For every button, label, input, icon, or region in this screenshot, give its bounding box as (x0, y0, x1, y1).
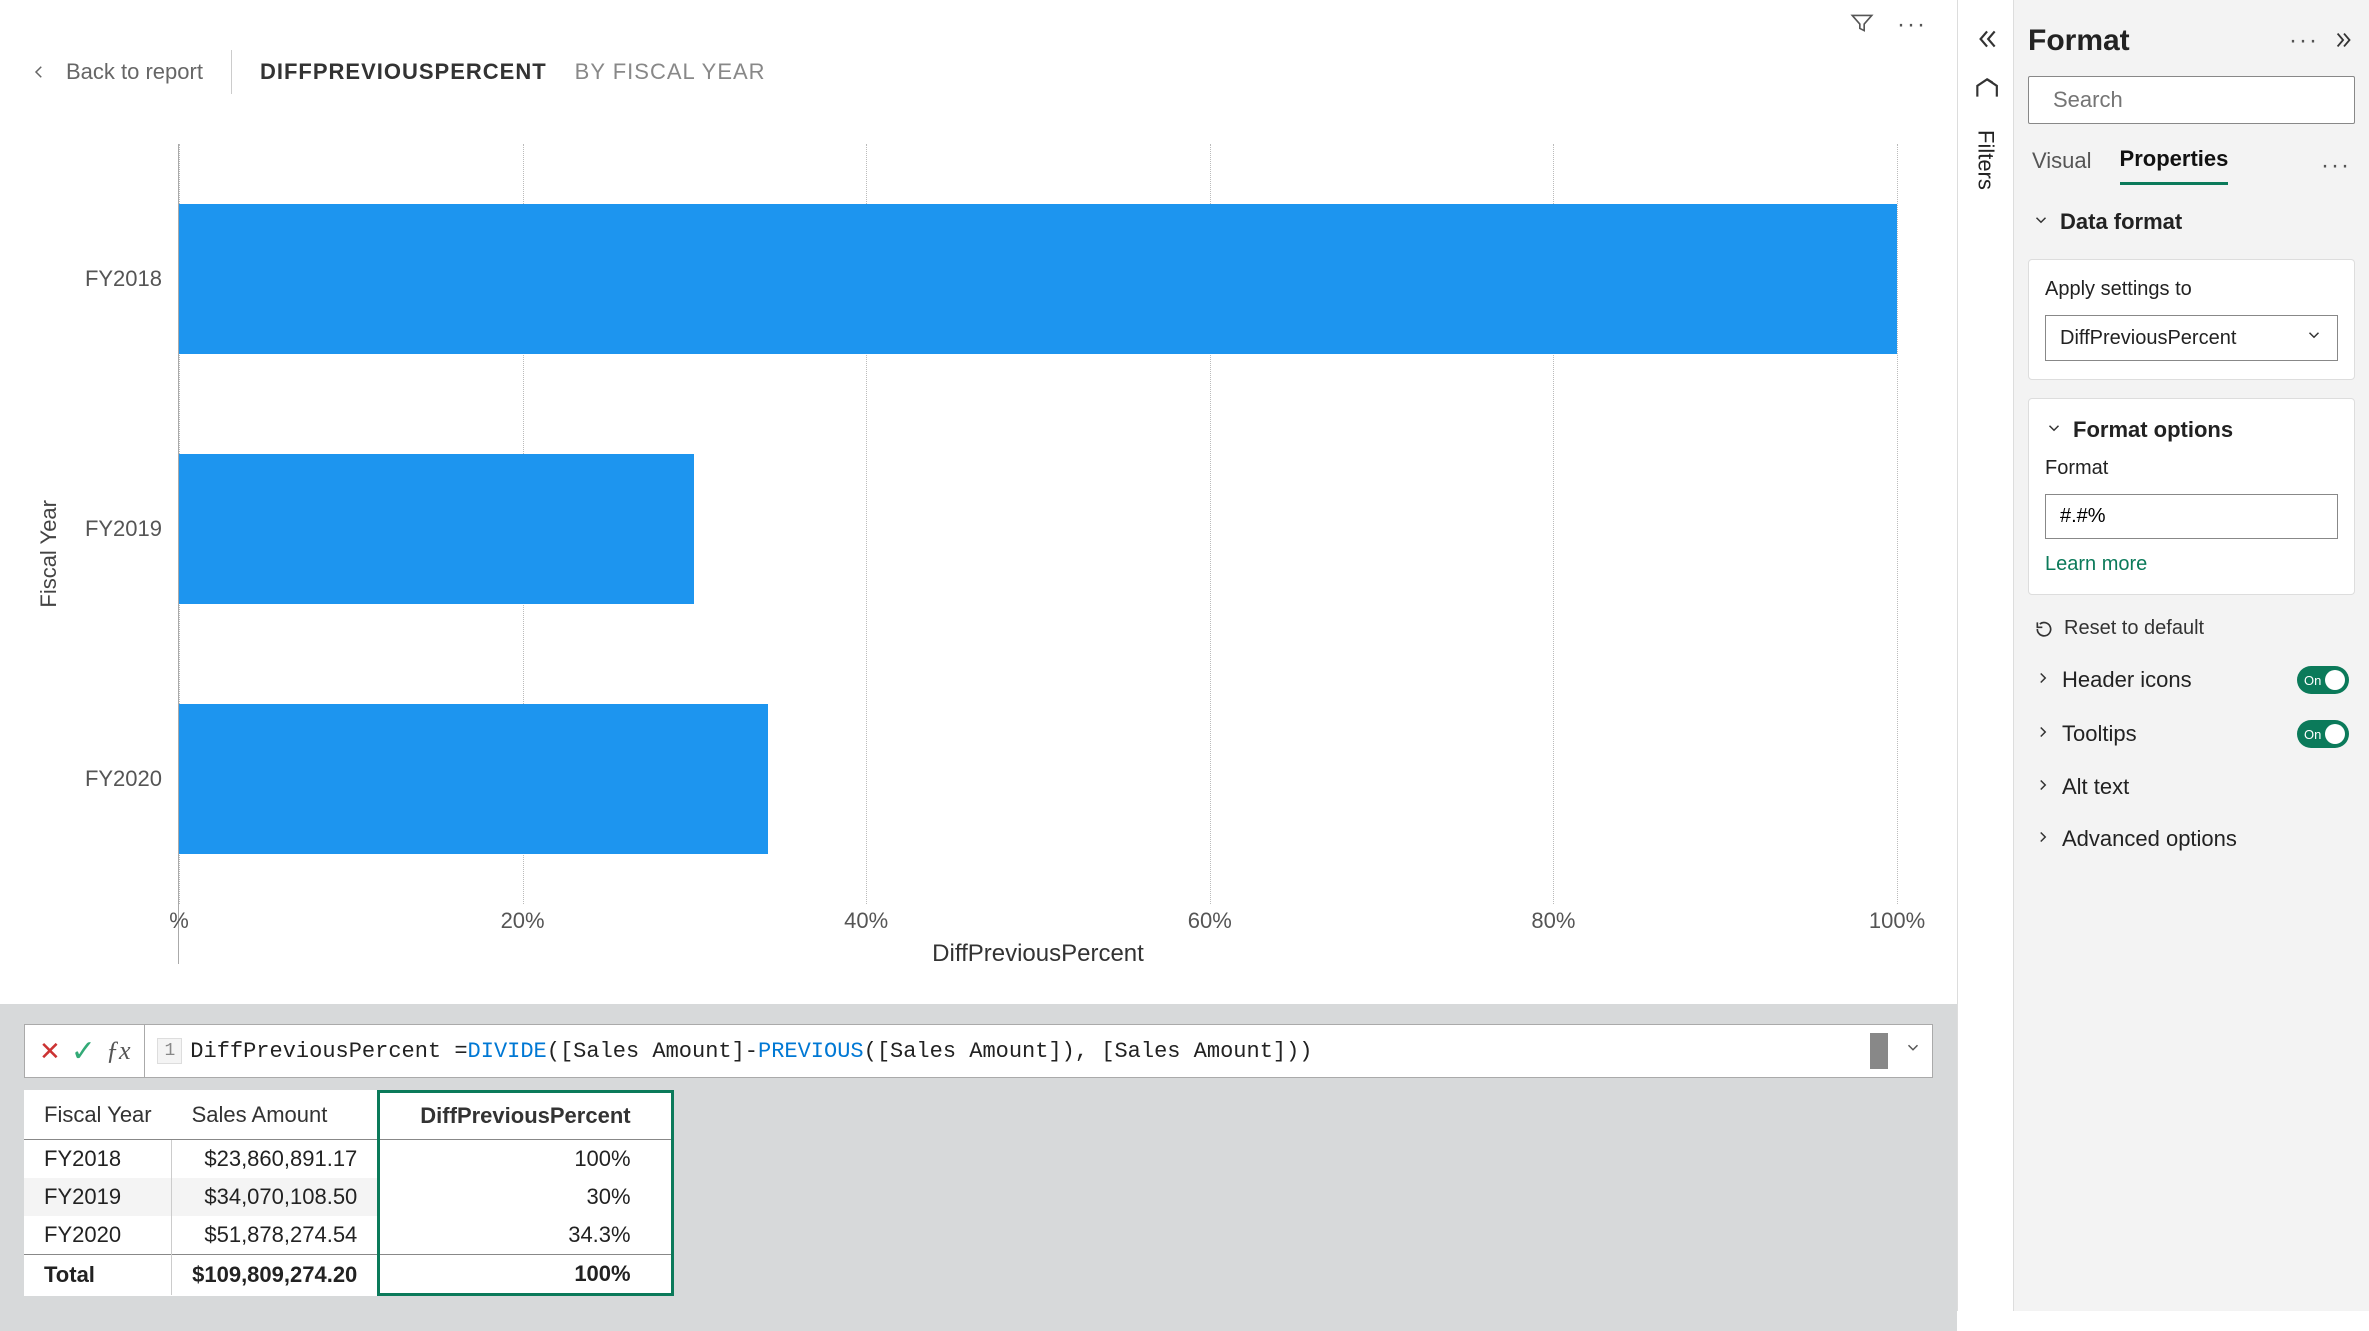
tab-properties[interactable]: Properties (2120, 146, 2229, 185)
bar-fy2018[interactable] (179, 204, 1897, 354)
filters-pane-collapsed[interactable]: Filters (1957, 0, 2013, 1311)
col-diffpreviouspercent[interactable]: DiffPreviousPercent (379, 1092, 672, 1140)
section-header-icons[interactable]: Header icons On (2028, 662, 2355, 698)
section-advanced-options[interactable]: Advanced options (2028, 822, 2355, 856)
toggle-tooltips[interactable]: On (2297, 720, 2349, 748)
learn-more-link[interactable]: Learn more (2045, 553, 2338, 576)
bar-fy2019[interactable] (179, 454, 694, 604)
filters-label: Filters (1973, 130, 1999, 190)
x-axis-labels: % 20% 40% 60% 80% 100% (179, 908, 1897, 934)
search-input[interactable] (2028, 76, 2355, 124)
bar-chart[interactable]: Fiscal Year FY2018 FY2019 FY2020 (30, 144, 1897, 964)
formula-input[interactable]: 1 DiffPreviousPercent = DIVIDE ([Sales A… (145, 1024, 1933, 1078)
table-row[interactable]: FY2020 $51,878,274.54 34.3% (24, 1216, 672, 1255)
expand-panel-icon[interactable] (2333, 29, 2355, 54)
apply-settings-label: Apply settings to (2045, 278, 2338, 301)
format-options-card: Format options Format Learn more (2028, 398, 2355, 595)
format-label: Format (2045, 457, 2338, 480)
filters-pane-icon[interactable] (1973, 75, 1999, 104)
tab-visual[interactable]: Visual (2032, 148, 2092, 184)
cancel-formula-icon[interactable]: ✕ (39, 1036, 61, 1067)
format-string-input[interactable] (2045, 494, 2338, 539)
more-icon[interactable]: ··· (1897, 11, 1927, 39)
section-alt-text[interactable]: Alt text (2028, 770, 2355, 804)
breadcrumb: Back to report DIFFPREVIOUSPERCENT BY FI… (0, 0, 1957, 124)
breadcrumb-context: BY FISCAL YEAR (575, 59, 766, 85)
apply-settings-card: Apply settings to DiffPreviousPercent (2028, 259, 2355, 380)
format-panel: Format ··· Visual Properties ··· Data fo… (2013, 0, 2369, 1311)
filter-icon[interactable] (1849, 10, 1875, 39)
tabs-more-icon[interactable]: ··· (2321, 152, 2351, 180)
toggle-header-icons[interactable]: On (2297, 666, 2349, 694)
col-sales-amount[interactable]: Sales Amount (172, 1092, 379, 1140)
collapse-icon[interactable] (1973, 26, 1999, 55)
bar-fy2020[interactable] (179, 704, 768, 854)
panel-more-icon[interactable]: ··· (2289, 27, 2319, 55)
y-axis-title: Fiscal Year (30, 500, 68, 608)
intellisense-marker (1870, 1033, 1888, 1069)
back-to-report-link[interactable]: Back to report (30, 59, 203, 85)
y-axis-labels: FY2018 FY2019 FY2020 (68, 144, 178, 964)
x-axis-title: DiffPreviousPercent (932, 940, 1144, 968)
separator (231, 50, 232, 94)
reset-to-default[interactable]: Reset to default (2028, 613, 2355, 644)
col-fiscal-year[interactable]: Fiscal Year (24, 1092, 172, 1140)
section-tooltips[interactable]: Tooltips On (2028, 716, 2355, 752)
section-format-options[interactable]: Format options (2045, 417, 2338, 443)
apply-settings-select[interactable]: DiffPreviousPercent (2045, 315, 2338, 361)
formula-bar[interactable]: ✕ ✓ ƒx 1 DiffPreviousPercent = DIVIDE ([… (24, 1024, 1933, 1078)
table-total-row[interactable]: Total $109,809,274.20 100% (24, 1255, 672, 1295)
section-data-format[interactable]: Data format (2028, 203, 2355, 241)
breadcrumb-measure: DIFFPREVIOUSPERCENT (260, 59, 547, 85)
table-row[interactable]: FY2019 $34,070,108.50 30% (24, 1178, 672, 1216)
search-field[interactable] (2053, 87, 2341, 113)
data-table[interactable]: Fiscal Year Sales Amount DiffPreviousPer… (24, 1090, 674, 1296)
table-row[interactable]: FY2018 $23,860,891.17 100% (24, 1140, 672, 1179)
fx-icon: ƒx (106, 1036, 131, 1066)
back-label: Back to report (66, 59, 203, 85)
expand-formula-icon[interactable] (1904, 1039, 1922, 1064)
commit-formula-icon[interactable]: ✓ (71, 1034, 96, 1069)
format-title: Format (2028, 24, 2130, 58)
